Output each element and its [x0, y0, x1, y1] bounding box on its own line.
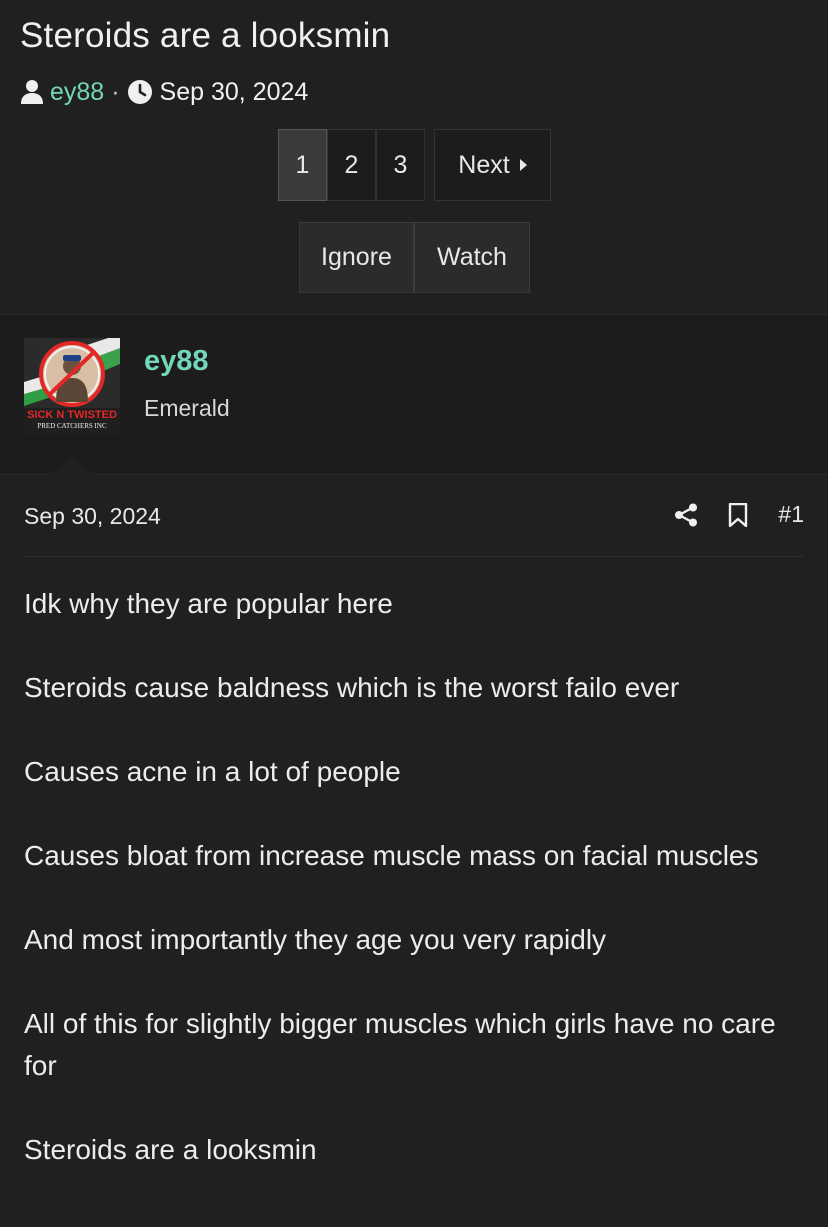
user-icon: [20, 79, 44, 105]
post-paragraph: Causes bloat from increase muscle mass o…: [24, 840, 759, 871]
chevron-right-icon: [519, 159, 527, 171]
post-meta-bar: Sep 30, 2024 #1: [24, 475, 804, 557]
thread-title: Steroids are a looksmin: [20, 16, 391, 55]
post-tools: #1: [674, 501, 804, 528]
pagination: 1 2 3 Next: [278, 129, 551, 201]
avatar-caption-top: SICK N TWISTED: [27, 409, 117, 421]
post-date[interactable]: Sep 30, 2024: [24, 503, 161, 530]
post-paragraph: Steroids cause baldness which is the wor…: [24, 672, 680, 703]
page-2-button[interactable]: 2: [327, 129, 376, 201]
post-paragraph: Causes acne in a lot of people: [24, 756, 401, 787]
share-icon[interactable]: [674, 503, 698, 527]
post-user-block: SICK N TWISTED PRED CATCHERS INC ey88 Em…: [0, 315, 828, 475]
post-paragraph: All of this for slightly bigger muscles …: [24, 1008, 776, 1081]
avatar-caption-bottom: PRED CATCHERS INC: [37, 422, 107, 430]
thread-meta: ey88 · Sep 30, 2024: [20, 74, 308, 110]
page-1-button[interactable]: 1: [278, 129, 327, 201]
page-3-button[interactable]: 3: [376, 129, 425, 201]
post-paragraph: Steroids are a looksmin: [24, 1134, 317, 1165]
message-caret: [50, 455, 94, 475]
thread-actions: Ignore Watch: [299, 222, 530, 293]
post-author-title: Emerald: [144, 395, 230, 421]
ignore-button[interactable]: Ignore: [299, 222, 414, 293]
watch-button[interactable]: Watch: [414, 222, 530, 293]
thread-header: Steroids are a looksmin ey88 · Sep 30, 2…: [0, 0, 828, 315]
post-paragraph: And most importantly they age you very r…: [24, 924, 607, 955]
next-page-button[interactable]: Next: [434, 129, 551, 201]
thread-date: Sep 30, 2024: [159, 77, 309, 106]
meta-separator: ·: [111, 77, 120, 106]
thread-author-link[interactable]: ey88: [50, 78, 104, 107]
bookmark-icon[interactable]: [728, 502, 748, 527]
clock-icon: [127, 79, 153, 105]
next-label: Next: [458, 150, 510, 179]
avatar[interactable]: SICK N TWISTED PRED CATCHERS INC: [24, 338, 120, 434]
post-number-link[interactable]: #1: [778, 501, 804, 528]
post-body: Idk why they are popular here Steroids c…: [0, 557, 828, 1171]
post-author-name[interactable]: ey88: [144, 345, 209, 378]
post-paragraph: Idk why they are popular here: [24, 588, 393, 619]
